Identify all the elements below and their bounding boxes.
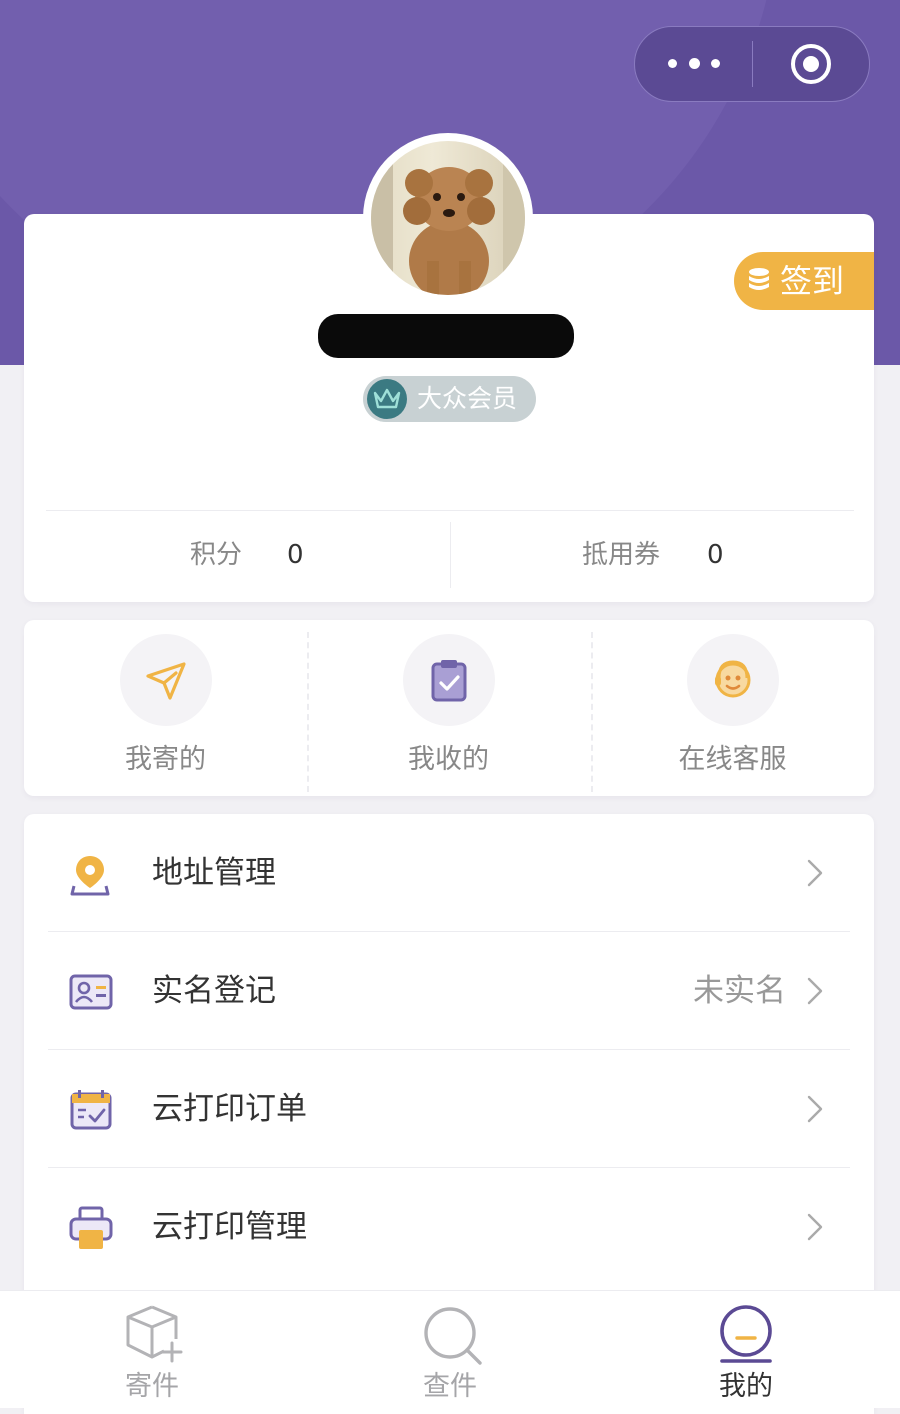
menu-item-realname[interactable]: 实名登记 未实名 xyxy=(24,932,874,1050)
menu-item-address[interactable]: 地址管理 xyxy=(24,814,874,932)
more-dots-icon xyxy=(668,58,720,70)
tab-label: 查件 xyxy=(423,1371,477,1402)
chevron-right-icon xyxy=(807,1213,823,1241)
location-pin-icon xyxy=(70,856,110,896)
crown-icon xyxy=(367,379,407,419)
menu-item-label: 地址管理 xyxy=(152,855,276,891)
more-button[interactable] xyxy=(635,27,753,101)
stats-divider xyxy=(46,510,854,511)
chevron-right-icon xyxy=(807,859,823,887)
profile-icon xyxy=(720,1305,772,1363)
menu-item-label: 云打印管理 xyxy=(152,1209,307,1245)
tab-label: 寄件 xyxy=(125,1371,179,1402)
coin-stack-icon xyxy=(749,268,769,290)
member-badge[interactable]: 大众会员 xyxy=(363,376,536,422)
points-label: 积分 xyxy=(190,540,243,570)
quick-action-support[interactable]: 在线客服 xyxy=(591,620,874,796)
quick-action-sent[interactable]: 我寄的 xyxy=(24,620,307,796)
quick-actions-card: 我寄的 我收的 在线客服 xyxy=(24,620,874,796)
chevron-right-icon xyxy=(807,977,823,1005)
member-level: 大众会员 xyxy=(417,384,518,413)
clipboard-check-icon xyxy=(403,634,495,726)
package-add-icon xyxy=(126,1305,183,1363)
target-icon xyxy=(791,44,831,84)
menu-item-print-orders[interactable]: 云打印订单 xyxy=(24,1050,874,1168)
coupons-label: 抵用券 xyxy=(582,540,661,570)
print-order-icon xyxy=(70,1090,112,1130)
stats-separator xyxy=(450,522,451,588)
quick-action-label: 我收的 xyxy=(408,744,489,775)
menu-item-label: 云打印订单 xyxy=(152,1091,307,1127)
checkin-label: 签到 xyxy=(780,262,845,300)
menu-item-label: 实名登记 xyxy=(152,973,276,1009)
tab-track[interactable]: 查件 xyxy=(380,1291,520,1408)
tab-bar: 寄件 查件 我的 xyxy=(0,1290,900,1408)
chevron-right-icon xyxy=(807,1095,823,1123)
tab-label: 我的 xyxy=(719,1371,773,1402)
search-icon xyxy=(424,1307,482,1365)
miniprogram-capsule xyxy=(634,26,870,102)
quick-action-label: 在线客服 xyxy=(678,744,787,775)
coupons-value: 0 xyxy=(707,540,724,570)
poodle-photo xyxy=(371,141,525,295)
close-miniprogram-button[interactable] xyxy=(753,27,869,101)
customer-service-icon xyxy=(687,634,779,726)
tab-mine[interactable]: 我的 xyxy=(676,1291,816,1408)
menu-item-print-manage[interactable]: 云打印管理 xyxy=(24,1168,874,1286)
paper-plane-icon xyxy=(120,634,212,726)
checkin-button[interactable]: 签到 xyxy=(734,252,874,310)
quick-action-received[interactable]: 我收的 xyxy=(307,620,590,796)
quick-action-label: 我寄的 xyxy=(125,744,206,775)
tab-send[interactable]: 寄件 xyxy=(82,1291,222,1408)
printer-icon xyxy=(69,1206,113,1249)
avatar[interactable] xyxy=(363,133,533,303)
username-redacted xyxy=(318,314,574,358)
points-value: 0 xyxy=(287,540,304,570)
menu-item-value: 未实名 xyxy=(693,973,786,1009)
id-card-icon xyxy=(69,974,113,1010)
